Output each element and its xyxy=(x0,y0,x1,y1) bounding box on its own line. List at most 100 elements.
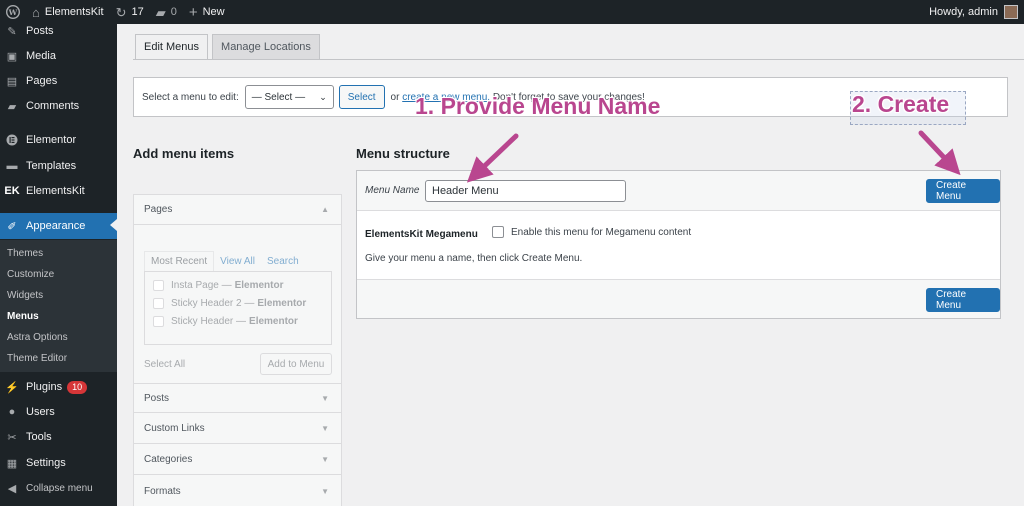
list-item[interactable]: Sticky Header 2 — Elementor xyxy=(153,298,306,309)
pages-checklist: Insta Page — Elementor Sticky Header 2 — E… xyxy=(144,271,332,345)
page-checkbox[interactable] xyxy=(153,280,164,291)
create-menu-button[interactable]: Create Menu xyxy=(926,179,1000,203)
sidebar-item-label: Comments xyxy=(26,100,80,112)
page-suffix: Elementor xyxy=(249,316,298,327)
admin-sidebar: ✎ Posts ▣ Media ▤ Pages ▰ Comments Eleme… xyxy=(0,24,117,506)
sidebar-item-templates[interactable]: ▬ Templates xyxy=(0,154,117,178)
accordion-categories-header[interactable]: Categories ▼ xyxy=(134,445,341,475)
home-icon: ⌂ xyxy=(32,4,40,20)
comments-count: 0 xyxy=(170,6,177,18)
menu-name-input[interactable]: Header Menu xyxy=(425,180,626,202)
accordion-posts-label: Posts xyxy=(144,392,170,404)
accordion-formats-label: Formats xyxy=(144,485,181,497)
accordion-pages-header[interactable]: Pages ▲ xyxy=(134,195,341,225)
accordion-posts-header[interactable]: Posts ▼ xyxy=(134,383,341,413)
sidebar-item-appearance[interactable]: ✐ Appearance xyxy=(0,213,117,239)
avatar xyxy=(1004,5,1018,19)
pages-panel: Most Recent View All Search Insta Page —… xyxy=(134,225,341,383)
megamenu-toggle[interactable]: Enable this menu for Megamenu content xyxy=(492,226,691,238)
chevron-down-icon: ▼ xyxy=(321,393,329,403)
chevron-down-icon: ▼ xyxy=(321,424,329,433)
account-menu[interactable]: Howdy, admin xyxy=(923,0,1024,24)
brush-icon: ✐ xyxy=(7,220,17,233)
plugin-icon: ⚡ xyxy=(5,381,19,394)
comment-icon: ▰ xyxy=(7,100,17,113)
tab-search[interactable]: Search xyxy=(261,251,305,271)
menu-structure-title: Menu structure xyxy=(356,146,450,161)
sidebar-item-users[interactable]: ● Users xyxy=(0,400,117,424)
select-button[interactable]: Select xyxy=(338,85,385,109)
submenu-customize[interactable]: Customize xyxy=(7,269,54,280)
sidebar-item-label: Posts xyxy=(26,25,54,37)
sidebar-item-label: Templates xyxy=(26,160,77,172)
pages-icon: ▤ xyxy=(6,75,18,88)
sidebar-item-label: Plugins xyxy=(26,381,63,393)
tab-edit-menus[interactable]: Edit Menus xyxy=(135,34,209,60)
or-text: or xyxy=(390,91,400,103)
sidebar-item-label: Tools xyxy=(26,431,52,443)
menu-select-value: — Select — xyxy=(251,91,306,103)
menu-name-label: Menu Name xyxy=(365,185,420,196)
submenu-themes[interactable]: Themes xyxy=(7,248,43,259)
sidebar-item-plugins[interactable]: ⚡ Plugins 10 xyxy=(0,375,117,399)
sidebar-item-label: Media xyxy=(26,50,56,62)
page-checkbox[interactable] xyxy=(153,298,164,309)
page-checkbox[interactable] xyxy=(153,316,164,327)
sidebar-item-label: Elementor xyxy=(26,134,77,146)
appearance-submenu: Themes Customize Widgets Menus Astra Opt… xyxy=(0,240,117,372)
accordion-custom-links-header[interactable]: Custom Links ▼ xyxy=(134,414,341,444)
sidebar-item-elementskit[interactable]: EK ElementsKit xyxy=(0,179,117,203)
site-name: ElementsKit xyxy=(44,6,104,18)
chevron-down-icon: ▼ xyxy=(321,455,329,464)
new-content-link[interactable]: + New xyxy=(183,0,231,24)
submenu-theme-editor[interactable]: Theme Editor xyxy=(7,353,67,364)
tab-divider xyxy=(133,59,1024,60)
collapse-icon: ◀ xyxy=(7,482,17,495)
plus-icon: + xyxy=(188,3,198,21)
sidebar-item-settings[interactable]: ▦ Settings xyxy=(0,451,117,475)
collapse-menu-button[interactable]: ◀ Collapse menu xyxy=(0,476,117,500)
accordion-categories-label: Categories xyxy=(144,454,193,465)
annotation-step1: 1. Provide Menu Name xyxy=(415,93,661,119)
tab-view-all[interactable]: View All xyxy=(214,251,261,271)
submenu-widgets[interactable]: Widgets xyxy=(7,290,43,301)
sidebar-item-elementor[interactable]: Elementor xyxy=(0,128,117,152)
sidebar-item-pages[interactable]: ▤ Pages xyxy=(0,69,117,93)
wrench-icon: ✂ xyxy=(7,431,17,444)
add-menu-items-title: Add menu items xyxy=(133,146,235,161)
admin-bar: W ⌂ ElementsKit ↻ 17 ▰ 0 + New Howdy, ad… xyxy=(0,0,1024,24)
elementskit-icon: EK xyxy=(4,185,20,197)
add-to-menu-button[interactable]: Add to Menu xyxy=(260,353,332,375)
new-label: New xyxy=(202,6,225,18)
folder-icon: ▬ xyxy=(6,160,18,172)
sidebar-item-tools[interactable]: ✂ Tools xyxy=(0,425,117,449)
menu-structure-panel: Menu Name Header Menu Create Menu Elemen… xyxy=(356,170,1001,319)
comment-bubble-icon: ▰ xyxy=(155,4,166,20)
page-title: Sticky Header 2 xyxy=(171,298,242,309)
list-item[interactable]: Sticky Header — Elementor xyxy=(153,316,298,327)
submenu-astra-options[interactable]: Astra Options xyxy=(7,332,68,343)
menu-footer: Create Menu xyxy=(357,279,1000,318)
elementor-icon xyxy=(5,133,19,147)
page-title: Sticky Header xyxy=(171,316,234,327)
select-all-link[interactable]: Select All xyxy=(144,359,185,370)
select-menu-label: Select a menu to edit: xyxy=(142,91,239,103)
tab-manage-locations[interactable]: Manage Locations xyxy=(212,34,320,60)
accordion-formats-header[interactable]: Formats ▼ xyxy=(134,476,341,506)
sidebar-item-label: Appearance xyxy=(26,220,86,232)
pin-icon: ✎ xyxy=(7,25,17,38)
chevron-up-icon: ▲ xyxy=(321,205,329,214)
tab-most-recent[interactable]: Most Recent xyxy=(144,251,215,271)
submenu-menus[interactable]: Menus xyxy=(7,311,39,322)
sidebar-item-comments[interactable]: ▰ Comments xyxy=(0,94,117,118)
nav-tabs: Edit Menus Manage Locations xyxy=(135,34,324,60)
comments-link[interactable]: ▰ 0 xyxy=(150,0,183,24)
menu-select[interactable]: — Select — ⌄ xyxy=(244,85,334,109)
sidebar-item-media[interactable]: ▣ Media xyxy=(0,44,117,68)
create-menu-button-bottom[interactable]: Create Menu xyxy=(926,288,1000,312)
megamenu-checkbox[interactable] xyxy=(492,226,504,238)
annotation-step2: 2. Create xyxy=(852,91,950,117)
updates-count: 17 xyxy=(131,6,144,18)
list-item[interactable]: Insta Page — Elementor xyxy=(153,280,284,291)
sidebar-item-posts[interactable]: ✎ Posts xyxy=(0,19,117,43)
